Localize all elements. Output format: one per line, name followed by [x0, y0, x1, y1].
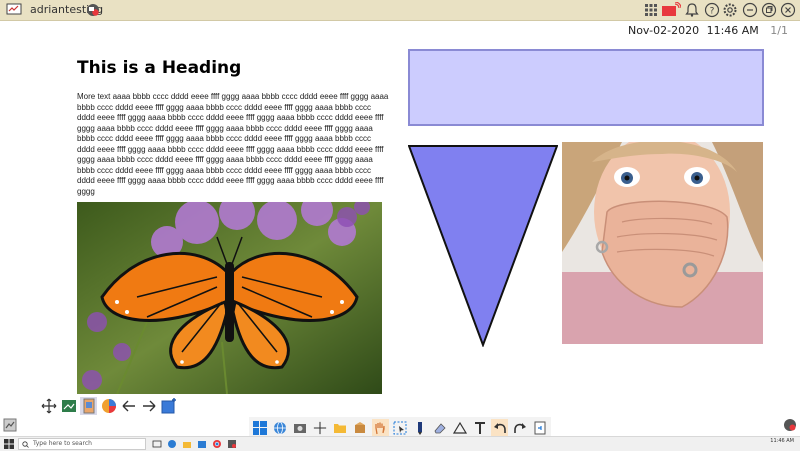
color-wheel-icon[interactable]	[100, 397, 117, 415]
page-icon[interactable]	[80, 397, 98, 415]
taskbar-search-input[interactable]: Type here to search	[18, 438, 146, 450]
file-explorer-icon[interactable]	[182, 439, 192, 449]
windows-start-icon[interactable]	[3, 438, 15, 450]
globe-icon[interactable]	[272, 419, 289, 437]
body-text-block[interactable]: More text aaaa bbbb cccc dddd eeee ffff …	[77, 92, 389, 197]
triangle-icon[interactable]	[451, 419, 468, 437]
user-badge-icon[interactable]	[86, 3, 100, 17]
select-icon[interactable]	[392, 419, 409, 437]
tray-time-text: 11:46 AM	[770, 438, 794, 444]
child-photo-image[interactable]	[562, 142, 763, 344]
windows-icon[interactable]	[252, 419, 269, 437]
camera-icon[interactable]	[292, 419, 309, 437]
arrow-right-icon[interactable]	[141, 397, 158, 415]
move-icon[interactable]	[40, 397, 57, 415]
butterfly-image[interactable]	[77, 202, 382, 394]
pen-icon[interactable]	[412, 419, 429, 437]
eraser-icon[interactable]	[431, 419, 448, 437]
cast-icon[interactable]	[661, 2, 681, 18]
whiteboard-app-icon[interactable]	[6, 3, 22, 16]
gear-icon[interactable]	[722, 2, 738, 18]
search-icon	[22, 441, 29, 448]
windows-taskbar: Type here to search 11:46 AM	[0, 436, 800, 451]
left-toolbar	[40, 397, 178, 417]
minimize-icon[interactable]	[742, 2, 758, 18]
time-text: 11:46 AM	[706, 24, 759, 37]
date-time-display: Nov-02-2020 11:46 AM 1/1	[624, 24, 788, 37]
chrome-icon[interactable]	[212, 439, 222, 449]
triangle-shape[interactable]	[408, 145, 558, 347]
system-tray-clock[interactable]: 11:46 AM	[760, 438, 794, 444]
page-count: 1/1	[770, 24, 788, 37]
bell-icon[interactable]	[684, 2, 700, 18]
date-text: Nov-02-2020	[627, 24, 700, 37]
close-icon[interactable]	[780, 2, 796, 18]
hand-icon[interactable]	[371, 419, 389, 437]
whiteboard-app-icon[interactable]	[3, 418, 17, 432]
restore-icon[interactable]	[761, 2, 777, 18]
whiteboard-app-icon[interactable]	[227, 439, 237, 449]
redo-icon[interactable]	[511, 419, 528, 437]
folder-icon[interactable]	[332, 419, 349, 437]
user-badge-icon[interactable]	[783, 418, 797, 432]
edge-browser-icon[interactable]	[167, 439, 177, 449]
page-heading[interactable]: This is a Heading	[77, 58, 241, 78]
store-icon[interactable]	[197, 439, 207, 449]
move-icon[interactable]	[312, 419, 329, 437]
text-icon[interactable]	[471, 419, 488, 437]
help-icon[interactable]: ?	[704, 2, 720, 18]
grid-icon[interactable]	[643, 2, 659, 18]
undo-icon[interactable]	[491, 419, 509, 437]
arrow-left-icon[interactable]	[121, 397, 138, 415]
svg-text:?: ?	[710, 7, 715, 17]
add-page-icon[interactable]	[161, 397, 178, 415]
rectangle-shape[interactable]	[408, 49, 764, 126]
screenshot-icon[interactable]	[60, 397, 77, 415]
title-bar: adriantesting ?	[0, 0, 800, 21]
page-icon[interactable]	[531, 419, 548, 437]
search-placeholder: Type here to search	[33, 440, 92, 447]
task-view-icon[interactable]	[152, 439, 162, 449]
box-icon[interactable]	[352, 419, 369, 437]
